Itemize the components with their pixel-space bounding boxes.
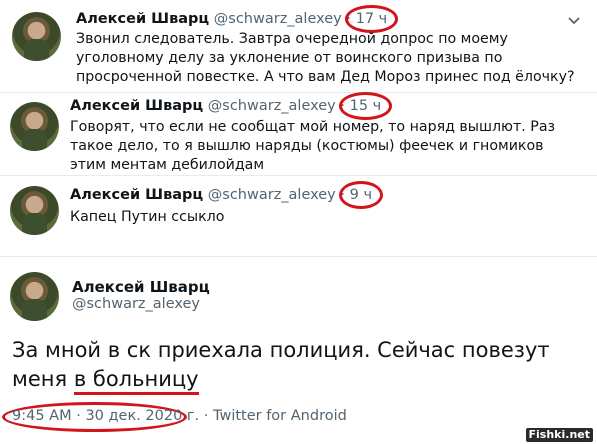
tweet-header: Алексей Шварц @schwarz_alexey · 9 ч [70,181,384,209]
tweet-text: Капец Путин ссыкло [70,209,225,225]
tweet-text-underlined: в больницу [73,367,199,395]
author-name[interactable]: Алексей Шварц [76,11,209,27]
tweet-time[interactable]: 9 ч [338,181,384,209]
tweet-text: Говорят, что если не сообщат мой номер, … [70,119,556,173]
avatar[interactable] [10,102,59,151]
tweet-3[interactable]: Алексей Шварц @schwarz_alexey · 9 ч Капе… [0,176,597,246]
tweet-1[interactable]: Алексей Шварц @schwarz_alexey · 17 ч Зво… [0,0,597,92]
tweet-time[interactable]: 9:45 AM [12,408,72,424]
author-handle[interactable]: @schwarz_alexey [214,11,342,27]
tweet-time[interactable]: 17 ч [344,5,398,33]
avatar[interactable] [10,272,59,321]
tweet-source[interactable]: Twitter for Android [213,408,347,424]
tweet-header: Алексей Шварц @schwarz_alexey · 17 ч [76,5,398,33]
tweet-text: За мной в ск приехала полиция. Сейчас по… [12,336,572,395]
separator-dot: · [203,408,213,424]
chevron-down-icon[interactable] [566,12,582,28]
avatar[interactable] [12,12,61,61]
tweet-meta: 9:45 AM · 30 дек. 2020 г. · Twitter for … [12,408,347,424]
tweet-2[interactable]: Алексей Шварц @schwarz_alexey · 15 ч Гов… [0,92,597,173]
tweet-header: Алексей Шварц @schwarz_alexey · 15 ч [70,92,392,120]
watermark: Fishki.net [525,428,593,442]
author-handle[interactable]: @schwarz_alexey [208,98,336,114]
tweet-date[interactable]: 30 дек. 2020 г. [85,408,199,424]
author-name[interactable]: Алексей Шварц [70,98,203,114]
author-handle[interactable]: @schwarz_alexey [72,296,200,312]
author-name[interactable]: Алексей Шварц [70,187,203,203]
avatar[interactable] [10,186,59,235]
author-handle[interactable]: @schwarz_alexey [208,187,336,203]
tweet-time[interactable]: 15 ч [338,92,392,120]
tweet-text: Звонил следователь. Завтра очередной доп… [76,31,575,85]
divider [0,256,597,257]
author-name[interactable]: Алексей Шварц [72,278,210,296]
